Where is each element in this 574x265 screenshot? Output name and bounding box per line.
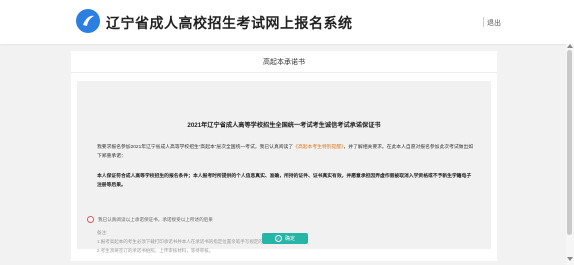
agreement-checkbox[interactable]: 我已认真阅读以上承诺保证书，承诺接受以上所述的后果	[87, 216, 213, 223]
commitment-paragraph: 我要求报名参加2021年辽宁省成人高等学校招生“高起本”层次全国统一考试，我已认…	[97, 143, 475, 161]
notes-label: 备注:	[97, 230, 108, 235]
confirm-label: 确定	[284, 236, 295, 242]
guarantee-text: 本人保证符合成人高等学校招生的报名条件；本人报考时所提供的个人信息真实、准确，所…	[97, 174, 472, 188]
commitment-notice-box: 2021年辽宁省成人高等学校招生全国统一考试考生诚信考试承诺保证书 我要求报名参…	[77, 81, 491, 253]
card-divider	[71, 72, 497, 73]
agreement-label: 我已认真阅读以上承诺保证书，承诺接受以上所述的后果	[98, 216, 213, 222]
scroll-down-arrow-icon[interactable]	[567, 257, 573, 261]
notes-section: 备注: 1.报考高起本的考生必须下载打印承诺书并本人在承诺书的指定位置亲笔手写规…	[97, 228, 285, 255]
swoosh-logo-icon	[76, 9, 100, 33]
para1-prefix: 我要求报名参加2021年辽宁省成人高等学校招生“高起本”层次全国统一考试，我已认…	[97, 145, 294, 150]
guarantee-paragraph: 本人保证符合成人高等学校招生的报名条件；本人报考时所提供的个人信息真实、准确，所…	[97, 172, 475, 190]
confirm-button[interactable]: ✓ 确定	[262, 233, 308, 244]
scrollbar-thumb[interactable]	[567, 50, 572, 235]
card-title: 高起本承诺书	[263, 59, 305, 66]
check-circle-icon: ✓	[274, 235, 282, 242]
note-item-2: 2.考生须将签订的承诺书拍照，上传审核材料，等待审核。	[97, 248, 214, 253]
special-reminder-link[interactable]: 《高起本考生特别提醒》	[293, 145, 343, 150]
agreement-radio[interactable]	[87, 216, 94, 223]
header-divider	[483, 17, 484, 27]
note-item-1: 1.报考高起本的考生必须下载打印承诺书并本人在承诺书的指定位置亲笔手写规定的承诺…	[97, 239, 286, 244]
scroll-up-arrow-icon[interactable]	[567, 44, 573, 48]
site-title: 辽宁省成人高校招生考试网上报名系统	[106, 15, 353, 31]
commitment-card: 高起本承诺书 2021年辽宁省成人高等学校招生全国统一考试考生诚信考试承诺保证书…	[71, 51, 497, 261]
top-header: 辽宁省成人高校招生考试网上报名系统 退出	[0, 0, 574, 44]
notice-title: 2021年辽宁省成人高等学校招生全国统一考试考生诚信考试承诺保证书	[187, 122, 381, 129]
logout-link[interactable]: 退出	[487, 18, 501, 28]
